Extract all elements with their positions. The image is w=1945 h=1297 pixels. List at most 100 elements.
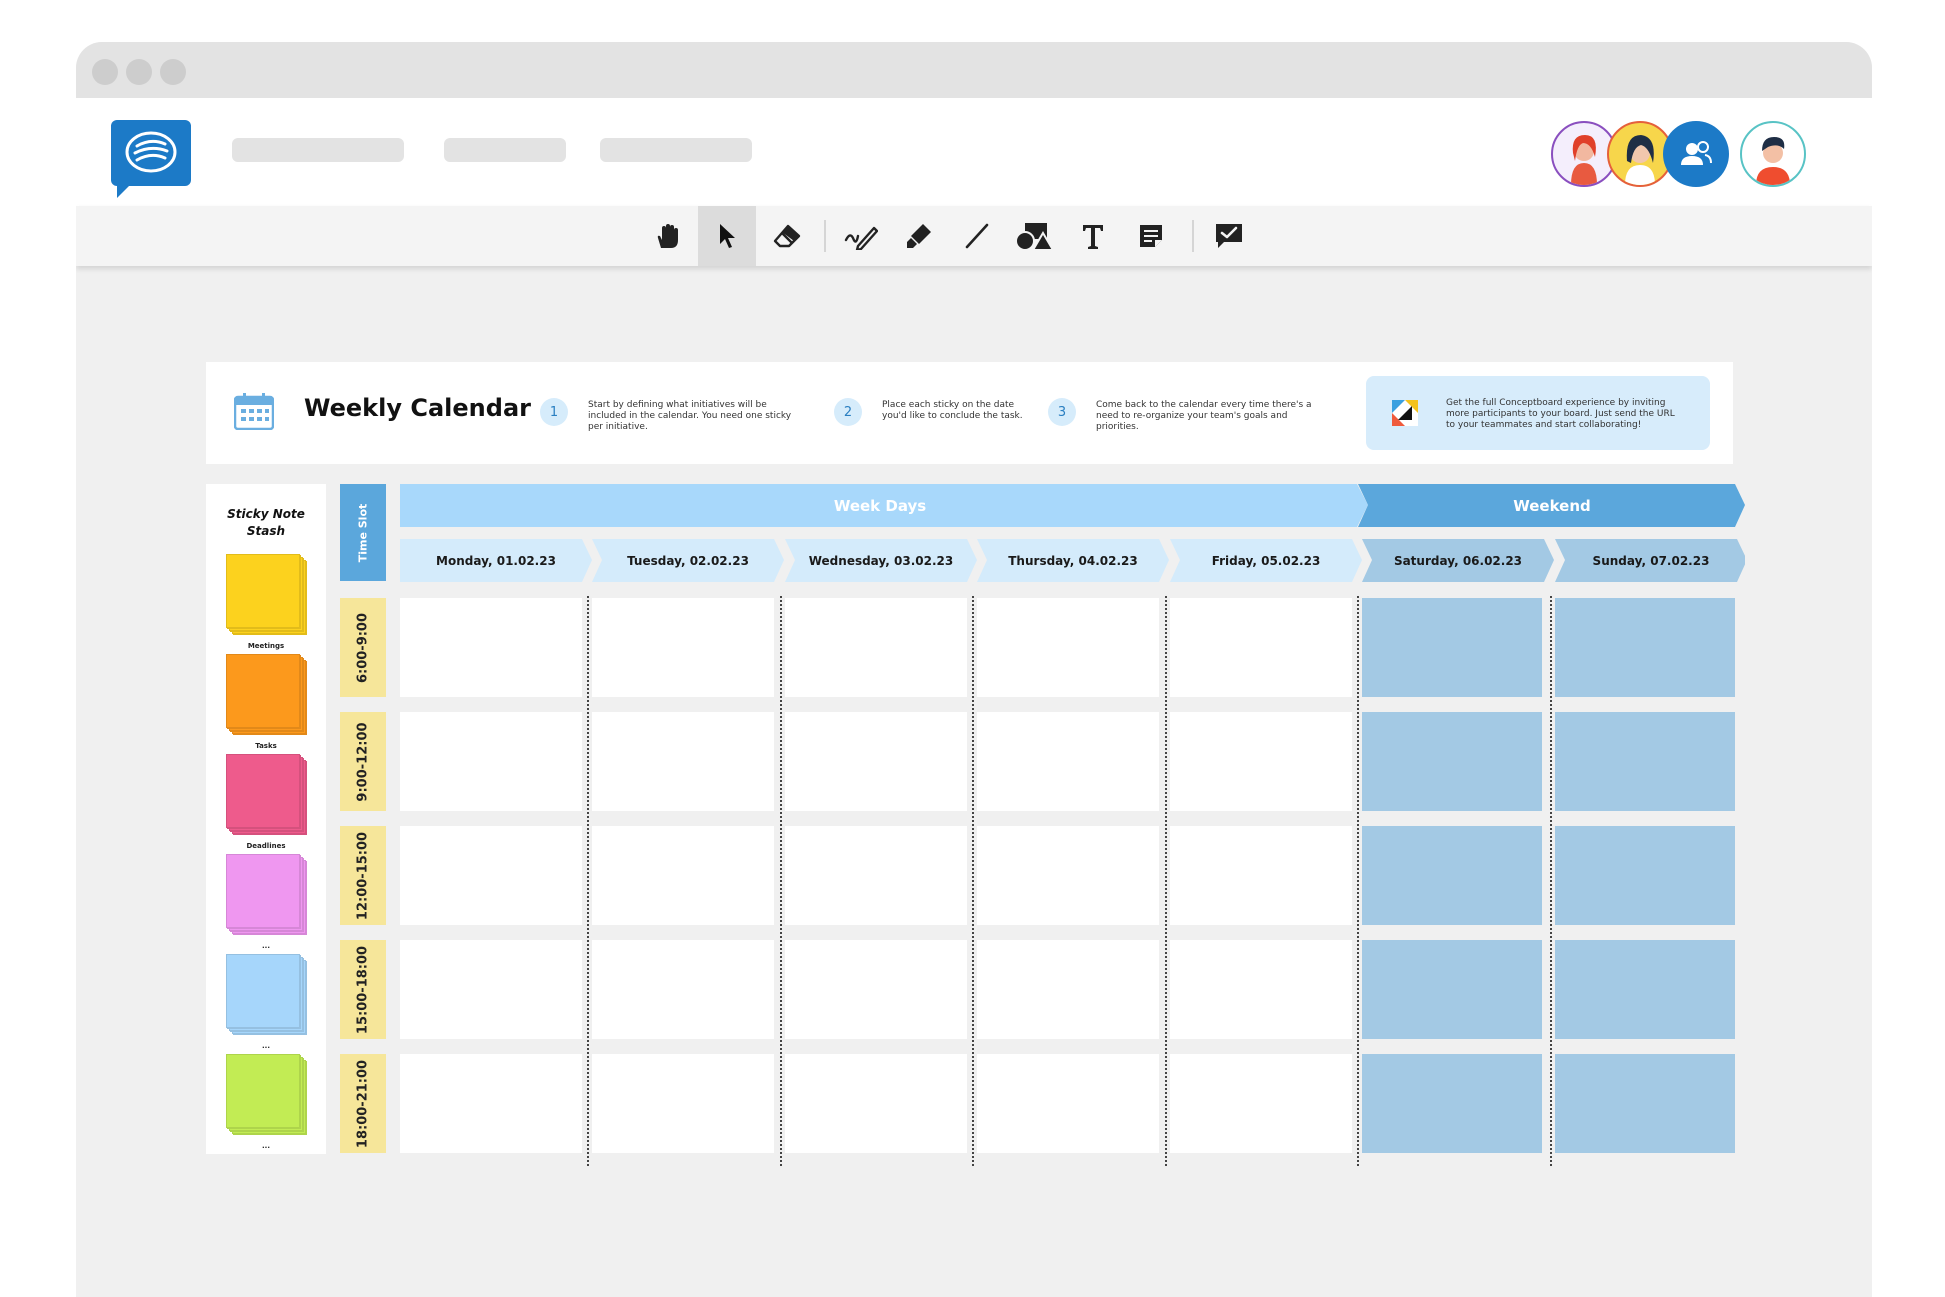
- sticky-pad[interactable]: [226, 654, 307, 735]
- window-maximize-dot[interactable]: [160, 59, 186, 85]
- calendar-cell[interactable]: [785, 826, 967, 925]
- weekend-band: Weekend: [1513, 496, 1591, 515]
- calendar-cell[interactable]: [1555, 598, 1735, 697]
- toolbar-separator: [1192, 220, 1194, 252]
- sticky-sheet: [226, 654, 300, 728]
- conceptboard-mark-icon: [1392, 400, 1418, 430]
- sticky-pad[interactable]: [226, 954, 307, 1035]
- calendar-cell[interactable]: [1170, 712, 1352, 811]
- time-slot-cell: 18:00-21:00: [340, 1054, 386, 1153]
- invite-users-icon[interactable]: [1663, 121, 1729, 187]
- calendar-cell[interactable]: [1555, 826, 1735, 925]
- time-slot-header: Time Slot: [340, 484, 386, 581]
- pen-icon[interactable]: [832, 206, 890, 266]
- pointer-icon[interactable]: [698, 206, 756, 266]
- eraser-icon[interactable]: [758, 206, 816, 266]
- calendar-cell[interactable]: [1170, 826, 1352, 925]
- calendar-icon: [233, 392, 275, 434]
- calendar-cell[interactable]: [1555, 940, 1735, 1039]
- calendar-cell[interactable]: [977, 826, 1159, 925]
- nav-placeholder-3[interactable]: [600, 138, 752, 162]
- calendar-cell[interactable]: [592, 1054, 774, 1153]
- window-close-dot[interactable]: [92, 59, 118, 85]
- calendar-cell[interactable]: [1362, 826, 1542, 925]
- calendar-cell[interactable]: [977, 598, 1159, 697]
- nav-placeholder-2[interactable]: [444, 138, 566, 162]
- sticky-sheet: [226, 554, 300, 628]
- highlighter-icon[interactable]: [890, 206, 948, 266]
- calendar-cell[interactable]: [977, 712, 1159, 811]
- calendar-title: Weekly Calendar: [304, 394, 531, 422]
- review-icon[interactable]: [1200, 206, 1258, 266]
- current-user-avatar[interactable]: [1740, 121, 1806, 187]
- column-divider: [587, 596, 589, 1166]
- calendar-header-card: Weekly Calendar 1 Start by defining what…: [206, 362, 1733, 464]
- calendar-cell[interactable]: [400, 1054, 582, 1153]
- day-header: Saturday, 06.02.23: [1393, 553, 1523, 568]
- window-minimize-dot[interactable]: [126, 59, 152, 85]
- time-slot-cell: 15:00-18:00: [340, 940, 386, 1039]
- day-header: Wednesday, 03.02.23: [808, 553, 954, 568]
- time-slot-cell: 9:00-12:00: [340, 712, 386, 811]
- calendar-cell[interactable]: [785, 712, 967, 811]
- calendar-cell[interactable]: [592, 598, 774, 697]
- calendar-cell[interactable]: [785, 598, 967, 697]
- calendar-cell[interactable]: [400, 940, 582, 1039]
- sticky-pad[interactable]: [226, 1054, 307, 1135]
- line-icon[interactable]: [948, 206, 1006, 266]
- calendar-cell[interactable]: [592, 940, 774, 1039]
- text-icon[interactable]: [1064, 206, 1122, 266]
- calendar-cell[interactable]: [592, 712, 774, 811]
- calendar-cell[interactable]: [1362, 598, 1542, 697]
- time-slot-label: 15:00-18:00: [355, 945, 371, 1034]
- time-slot-label: 18:00-21:00: [355, 1059, 371, 1148]
- calendar-cell[interactable]: [977, 940, 1159, 1039]
- sticky-pad-label: Meetings: [247, 642, 285, 650]
- sticky-pad-label: ...: [262, 942, 270, 950]
- column-divider: [1550, 596, 1552, 1166]
- app-header: [76, 98, 1872, 206]
- sticky-pad-label: ...: [262, 1042, 270, 1050]
- calendar-cell[interactable]: [592, 826, 774, 925]
- sticky-pad[interactable]: [226, 854, 307, 935]
- column-divider: [780, 596, 782, 1166]
- calendar-cell[interactable]: [1555, 712, 1735, 811]
- sticky-note-icon[interactable]: [1122, 206, 1180, 266]
- calendar-cell[interactable]: [1170, 940, 1352, 1039]
- sticky-pad[interactable]: [226, 754, 307, 835]
- calendar-cell[interactable]: [400, 826, 582, 925]
- column-divider: [1165, 596, 1167, 1166]
- conceptboard-logo-icon[interactable]: [111, 120, 191, 198]
- calendar-cell[interactable]: [1170, 598, 1352, 697]
- step-2-number: 2: [834, 398, 862, 426]
- calendar-cell[interactable]: [1362, 940, 1542, 1039]
- hand-icon[interactable]: [638, 206, 696, 266]
- calendar-cell[interactable]: [1555, 1054, 1735, 1153]
- shapes-icon[interactable]: [1006, 206, 1064, 266]
- day-header: Thursday, 04.02.23: [1008, 553, 1138, 568]
- step-3-text: Come back to the calendar every time the…: [1096, 400, 1312, 432]
- calendar-cell[interactable]: [977, 1054, 1159, 1153]
- calendar-cell[interactable]: [1170, 1054, 1352, 1153]
- calendar-cell[interactable]: [785, 940, 967, 1039]
- nav-placeholder-1[interactable]: [232, 138, 404, 162]
- calendar-cell[interactable]: [1362, 712, 1542, 811]
- sticky-sheet: [226, 954, 300, 1028]
- day-header: Friday, 05.02.23: [1211, 553, 1321, 568]
- step-1-number: 1: [540, 398, 568, 426]
- step-2-text: Place each sticky on the date you'd like…: [882, 400, 1023, 421]
- sticky-sheet: [226, 1054, 300, 1128]
- sticky-pad[interactable]: [226, 554, 307, 635]
- stash-title: Sticky Note Stash: [227, 507, 305, 538]
- day-header: Sunday, 07.02.23: [1592, 553, 1710, 568]
- time-slot-label: 6:00-9:00: [355, 612, 371, 683]
- calendar-cell[interactable]: [400, 598, 582, 697]
- calendar-cell[interactable]: [400, 712, 582, 811]
- calendar-cell[interactable]: [785, 1054, 967, 1153]
- time-slot-cell: 12:00-15:00: [340, 826, 386, 925]
- time-slot-label: 12:00-15:00: [355, 831, 371, 920]
- calendar-cell[interactable]: [1362, 1054, 1542, 1153]
- time-slot-cell: 6:00-9:00: [340, 598, 386, 697]
- weekdays-band: Week Days: [833, 496, 927, 515]
- step-3-number: 3: [1048, 398, 1076, 426]
